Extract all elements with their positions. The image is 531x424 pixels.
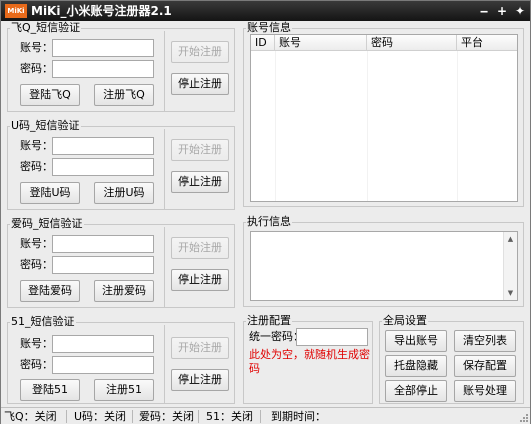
status-separator: [66, 410, 67, 423]
password-label: 密码：: [20, 258, 53, 271]
account-label: 账号：: [20, 337, 53, 350]
minimize-button[interactable]: ‒: [477, 3, 491, 19]
account-label: 账号：: [20, 139, 53, 152]
column-line: [457, 51, 458, 201]
scroll-down-arrow-icon[interactable]: ▼: [504, 286, 517, 300]
status-feiq: 飞Q：关闭: [4, 410, 57, 423]
account-label: 账号：: [20, 41, 53, 54]
column-line: [367, 51, 368, 201]
account-process-button[interactable]: 账号处理: [454, 380, 516, 402]
aima-stop-register-button[interactable]: 停止注册: [171, 269, 229, 291]
login-51-button[interactable]: 登陆51: [20, 379, 80, 401]
feiq-sms-group: 飞Q_短信验证 账号： 密码： 登陆飞Q 注册飞Q 开始注册 停止注册: [7, 21, 235, 112]
aima-account-input[interactable]: [52, 235, 154, 253]
password-label: 密码：: [20, 62, 53, 75]
password-label: 密码：: [20, 358, 53, 371]
column-header-platform[interactable]: 平台: [457, 35, 519, 51]
uma-account-input[interactable]: [52, 137, 154, 155]
group-title: 账号信息: [246, 21, 292, 35]
group-title: 注册配置: [246, 314, 292, 328]
table-header: ID 账号 密码 平台: [251, 35, 517, 51]
resize-grip-icon[interactable]: [519, 413, 529, 423]
account-info-group: 账号信息 ID 账号 密码 平台: [243, 21, 524, 207]
51-password-input[interactable]: [52, 356, 154, 374]
register-51-button[interactable]: 注册51: [94, 379, 154, 401]
maximize-button[interactable]: +: [495, 3, 509, 19]
status-expiry: 到期时间：: [271, 410, 326, 423]
status-aima: 爱码：关闭: [139, 410, 194, 423]
group-title: 执行信息: [246, 215, 292, 229]
register-aima-button[interactable]: 注册爱码: [94, 280, 154, 302]
app-logo-icon: MiKi: [5, 4, 27, 18]
group-title: 51_短信验证: [10, 315, 76, 329]
password-label: 密码：: [20, 160, 53, 173]
feiq-stop-register-button[interactable]: 停止注册: [171, 73, 229, 95]
column-header-account[interactable]: 账号: [275, 35, 367, 51]
login-feiq-button[interactable]: 登陆飞Q: [20, 84, 80, 106]
column-line: [275, 51, 276, 201]
status-51: 51：关闭: [206, 410, 253, 423]
divider: [164, 325, 165, 403]
feiq-start-register-button[interactable]: 开始注册: [171, 41, 229, 63]
divider: [164, 227, 165, 307]
export-accounts-button[interactable]: 导出账号: [385, 330, 447, 352]
group-title: 全局设置: [382, 314, 428, 328]
status-separator: [198, 410, 199, 423]
global-settings-group: 全局设置 导出账号 清空列表 托盘隐藏 保存配置 全部停止 账号处理: [379, 314, 524, 404]
exec-info-group: 执行信息 ▲ ▼: [243, 215, 524, 307]
status-separator: [132, 410, 133, 423]
password-hint-text: 此处为空，就随机生成密码: [249, 348, 370, 375]
account-list-table[interactable]: ID 账号 密码 平台: [250, 34, 518, 202]
exec-log-textarea[interactable]: ▲ ▼: [250, 231, 518, 301]
main-window: MiKi MiKi_小米账号注册器2.1 ‒ + ✦ 飞Q_短信验证 账号： 密…: [0, 0, 531, 424]
aima-start-register-button[interactable]: 开始注册: [171, 237, 229, 259]
status-bar: 飞Q：关闭 U码：关闭 爱码：关闭 51：关闭 到期时间：: [1, 407, 530, 424]
51-stop-register-button[interactable]: 停止注册: [171, 369, 229, 391]
divider: [164, 129, 165, 209]
clear-list-button[interactable]: 清空列表: [454, 330, 516, 352]
51-start-register-button[interactable]: 开始注册: [171, 337, 229, 359]
aima-password-input[interactable]: [52, 256, 154, 274]
group-title: 飞Q_短信验证: [10, 21, 82, 35]
group-title: 爱码_短信验证: [10, 217, 84, 231]
save-config-button[interactable]: 保存配置: [454, 355, 516, 377]
register-config-group: 注册配置 统一密码： 此处为空，就随机生成密码: [243, 314, 373, 404]
account-label: 账号：: [20, 237, 53, 250]
status-separator: [260, 410, 261, 423]
group-title: U码_短信验证: [10, 119, 81, 133]
window-title: MiKi_小米账号注册器2.1: [31, 4, 172, 18]
51-account-input[interactable]: [52, 335, 154, 353]
feiq-account-input[interactable]: [52, 39, 154, 57]
unified-password-input[interactable]: [296, 328, 368, 346]
close-button[interactable]: ✦: [513, 3, 527, 19]
column-header-password[interactable]: 密码: [367, 35, 457, 51]
aima-sms-group: 爱码_短信验证 账号： 密码： 登陆爱码 注册爱码 开始注册 停止注册: [7, 217, 235, 308]
stop-all-button[interactable]: 全部停止: [385, 380, 447, 402]
scroll-up-arrow-icon[interactable]: ▲: [504, 232, 517, 246]
tray-hide-button[interactable]: 托盘隐藏: [385, 355, 447, 377]
log-scrollbar[interactable]: ▲ ▼: [503, 232, 517, 300]
login-aima-button[interactable]: 登陆爱码: [20, 280, 80, 302]
51-sms-group: 51_短信验证 账号： 密码： 登陆51 注册51 开始注册 停止注册: [7, 315, 235, 404]
column-header-id[interactable]: ID: [251, 35, 275, 51]
register-feiq-button[interactable]: 注册飞Q: [94, 84, 154, 106]
status-uma: U码：关闭: [74, 410, 127, 423]
uma-stop-register-button[interactable]: 停止注册: [171, 171, 229, 193]
title-bar[interactable]: MiKi MiKi_小米账号注册器2.1 ‒ + ✦: [1, 1, 530, 21]
umaa-sms-group: U码_短信验证 账号： 密码： 登陆U码 注册U码 开始注册 停止注册: [7, 119, 235, 210]
divider: [164, 31, 165, 111]
uma-start-register-button[interactable]: 开始注册: [171, 139, 229, 161]
register-uma-button[interactable]: 注册U码: [94, 182, 154, 204]
uma-password-input[interactable]: [52, 158, 154, 176]
login-uma-button[interactable]: 登陆U码: [20, 182, 80, 204]
feiq-password-input[interactable]: [52, 60, 154, 78]
